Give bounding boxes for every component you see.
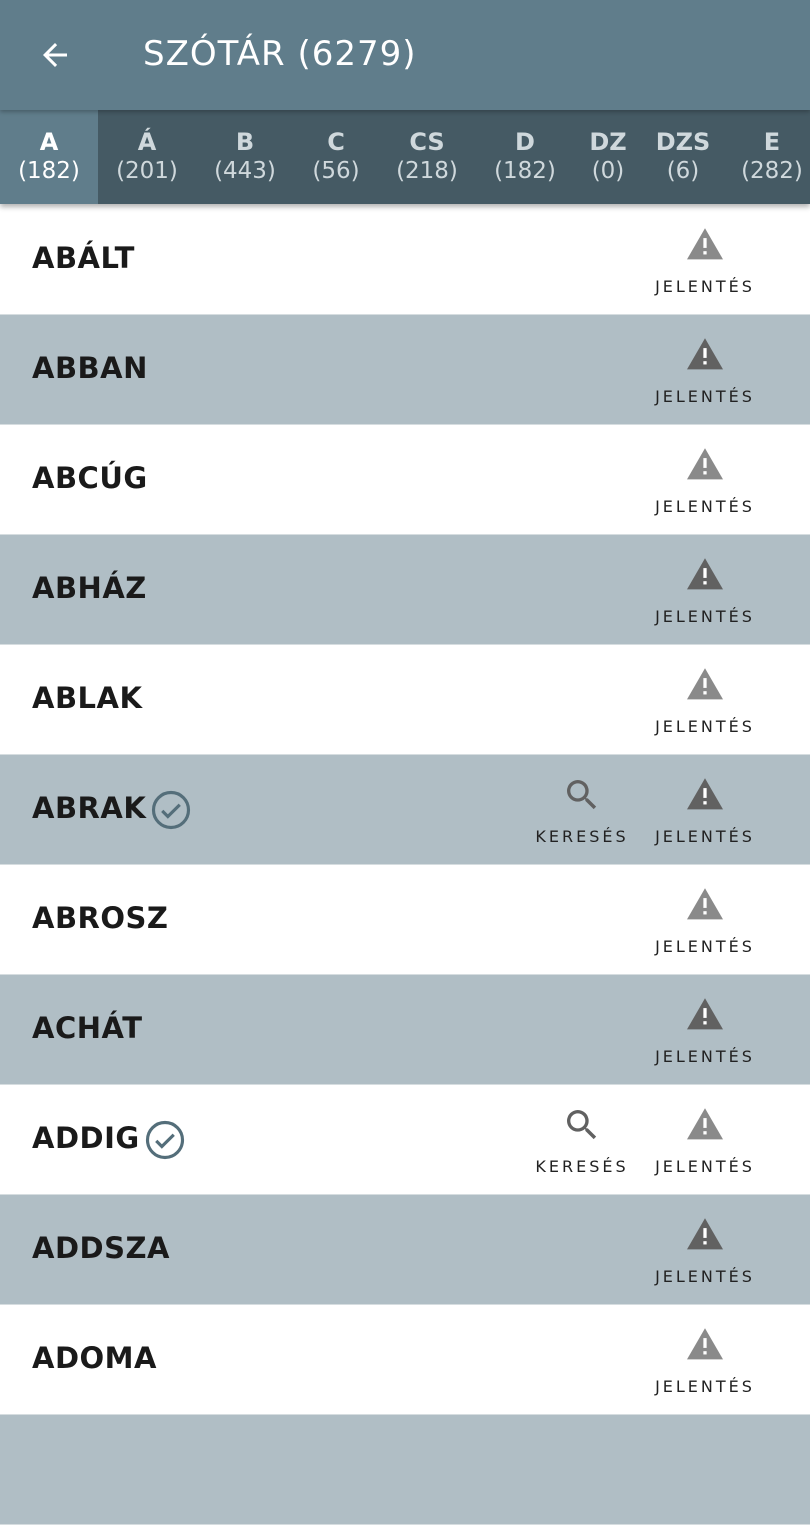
report-button[interactable]: JELENTÉS (650, 335, 760, 407)
report-button[interactable]: JELENTÉS (650, 445, 760, 517)
word-label: ADOMA (32, 1341, 157, 1375)
report-button[interactable]: JELENTÉS (650, 995, 760, 1067)
tab-letter-4[interactable]: CS (218) (378, 110, 476, 204)
word-label: ADDIG (32, 1121, 140, 1155)
word-list: ABÁLT JELENTÉS ABBAN JELENTÉS ABCÚG JELENTÉS A… (0, 205, 810, 1525)
tab-count-label: (0) (591, 158, 625, 184)
tab-count-label: (443) (214, 158, 276, 184)
report-label: JELENTÉS (655, 717, 755, 736)
report-button[interactable]: JELENTÉS (650, 225, 760, 297)
tab-letter-1[interactable]: Á (201) (98, 110, 196, 204)
letter-tab-bar: A (182) Á (201) B (443) C (56) CS (218) D (182) DZ (0… (0, 110, 810, 204)
list-item[interactable] (0, 1415, 810, 1525)
report-button[interactable]: JELENTÉS (650, 665, 760, 737)
tab-letter-0[interactable]: A (182) (0, 110, 98, 204)
report-button[interactable]: JELENTÉS (650, 885, 760, 957)
report-label: JELENTÉS (655, 827, 755, 846)
report-button[interactable]: JELENTÉS (650, 775, 760, 847)
word-label: ABBAN (32, 351, 148, 385)
list-item[interactable]: ACHÁT JELENTÉS (0, 975, 810, 1085)
list-item[interactable]: ADOMA JELENTÉS (0, 1305, 810, 1415)
list-item[interactable]: ABHÁZ JELENTÉS (0, 535, 810, 645)
report-label: JELENTÉS (655, 277, 755, 296)
tab-letter-label: Á (137, 128, 157, 156)
tab-count-label: (6) (666, 158, 700, 184)
list-item[interactable]: ABRAK KERESÉS JELENTÉS (0, 755, 810, 865)
report-label: JELENTÉS (655, 607, 755, 626)
tab-letter-label: DZ (589, 128, 627, 156)
search-label: KERESÉS (535, 1157, 629, 1176)
tab-count-label: (282) (741, 158, 803, 184)
list-item[interactable]: ABÁLT JELENTÉS (0, 205, 810, 315)
list-item[interactable]: ABROSZ JELENTÉS (0, 865, 810, 975)
word-label: ADDSZA (32, 1231, 170, 1265)
report-button[interactable]: JELENTÉS (650, 555, 760, 627)
report-button[interactable]: JELENTÉS (650, 1325, 760, 1397)
tab-letter-label: A (39, 128, 59, 156)
page-title: SZÓTÁR (6279) (143, 34, 417, 74)
word-label: ABHÁZ (32, 571, 147, 605)
list-item[interactable]: ABLAK JELENTÉS (0, 645, 810, 755)
report-label: JELENTÉS (655, 1267, 755, 1286)
list-item[interactable]: ADDIG KERESÉS JELENTÉS (0, 1085, 810, 1195)
tab-letter-label: CS (409, 128, 445, 156)
tab-letter-label: E (763, 128, 781, 156)
check-circle-icon (144, 1119, 186, 1161)
tab-letter-label: DZS (655, 128, 711, 156)
report-button[interactable]: JELENTÉS (650, 1105, 760, 1177)
arrow-left-icon (43, 43, 67, 67)
report-button[interactable]: JELENTÉS (650, 1215, 760, 1287)
tab-letter-7[interactable]: DZS (6) (642, 110, 724, 204)
tab-letter-5[interactable]: D (182) (476, 110, 574, 204)
word-label: ABLAK (32, 681, 143, 715)
tab-letter-label: D (515, 128, 535, 156)
tab-letter-label: B (235, 128, 255, 156)
word-label: ABÁLT (32, 241, 135, 275)
tab-count-label: (201) (116, 158, 178, 184)
back-button[interactable] (22, 22, 88, 88)
tab-letter-label: C (327, 128, 345, 156)
tab-letter-2[interactable]: B (443) (196, 110, 294, 204)
tab-letter-3[interactable]: C (56) (294, 110, 378, 204)
tab-count-label: (218) (396, 158, 458, 184)
report-label: JELENTÉS (655, 1377, 755, 1396)
report-label: JELENTÉS (655, 1047, 755, 1066)
search-button[interactable]: KERESÉS (527, 1105, 637, 1177)
word-label: ACHÁT (32, 1011, 143, 1045)
app-bar: SZÓTÁR (6279) (0, 0, 810, 110)
list-item[interactable]: ADDSZA JELENTÉS (0, 1195, 810, 1305)
tab-count-label: (56) (312, 158, 360, 184)
check-circle-icon (150, 789, 192, 831)
word-label: ABRAK (32, 791, 147, 825)
search-button[interactable]: KERESÉS (527, 775, 637, 847)
list-item[interactable]: ABBAN JELENTÉS (0, 315, 810, 425)
word-label: ABCÚG (32, 461, 148, 495)
report-label: JELENTÉS (655, 937, 755, 956)
report-label: JELENTÉS (655, 1157, 755, 1176)
report-label: JELENTÉS (655, 387, 755, 406)
list-item[interactable]: ABCÚG JELENTÉS (0, 425, 810, 535)
word-label: ABROSZ (32, 901, 169, 935)
tab-count-label: (182) (18, 158, 80, 184)
report-label: JELENTÉS (655, 497, 755, 516)
tab-count-label: (182) (494, 158, 556, 184)
tab-letter-8[interactable]: E (282) (724, 110, 810, 204)
search-label: KERESÉS (535, 827, 629, 846)
tab-letter-6[interactable]: DZ (0) (574, 110, 642, 204)
